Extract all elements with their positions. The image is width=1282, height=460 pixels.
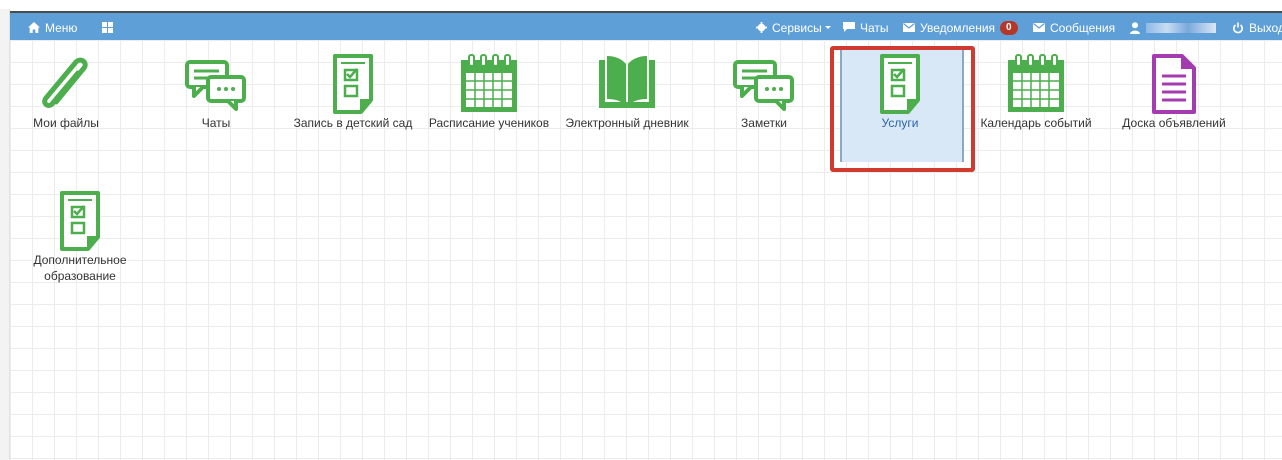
chats-label: Чаты <box>860 20 889 35</box>
chat-bubbles-icon <box>146 52 286 116</box>
notifications-label: Уведомления <box>920 20 996 35</box>
user-icon <box>1130 21 1140 34</box>
window-top-edge <box>0 0 1282 9</box>
tile-kindergarten-enrollment[interactable]: Запись в детский сад <box>283 40 423 150</box>
tile-label: Дополнительное образование <box>33 253 127 283</box>
tile-label: Расписание учеников <box>428 116 550 130</box>
tile-student-schedule[interactable]: Расписание учеников <box>419 40 559 150</box>
top-navigation-bar: Меню Сервисы Чаты Уведомления 0 Сообщени… <box>10 11 1282 42</box>
apps-grid-button[interactable] <box>102 13 113 42</box>
notifications-count-badge: 0 <box>1000 20 1018 35</box>
open-book-icon <box>557 52 697 116</box>
tile-label: Заметки <box>741 116 787 130</box>
logout-link[interactable]: Выход <box>1232 13 1282 42</box>
tile-label: Календарь событий <box>980 116 1092 130</box>
paperclip-icon <box>0 52 136 116</box>
logout-label: Выход <box>1249 20 1282 35</box>
chat-icon <box>843 22 855 32</box>
chat-bubbles-icon <box>694 52 834 116</box>
tile-bulletin-board[interactable]: Доска объявлений <box>1104 40 1244 150</box>
services-label: Сервисы <box>772 20 822 35</box>
checklist-document-icon <box>10 189 150 253</box>
notifications-link[interactable]: Уведомления 0 <box>903 13 1018 42</box>
tile-additional-education[interactable]: Дополнительное образование <box>10 177 150 287</box>
home-icon <box>28 22 40 33</box>
tile-label: Мои файлы <box>33 116 99 130</box>
desktop-workspace: Мои файлы Чаты Запись в детский сад Расп… <box>10 40 1282 460</box>
menu-label: Меню <box>45 20 78 35</box>
envelope-icon <box>1033 23 1045 32</box>
tile-my-files[interactable]: Мои файлы <box>0 40 136 150</box>
user-name-blurred <box>1146 22 1216 33</box>
gear-icon <box>756 22 767 33</box>
messages-link[interactable]: Сообщения <box>1033 13 1115 42</box>
checklist-document-icon <box>283 52 423 116</box>
tile-chats[interactable]: Чаты <box>146 40 286 150</box>
document-lines-icon <box>1104 52 1244 116</box>
tile-label: Услуги <box>881 116 919 130</box>
power-icon <box>1233 22 1243 33</box>
tile-events-calendar[interactable]: Календарь событий <box>966 40 1106 150</box>
tile-services[interactable]: Услуги <box>830 40 970 162</box>
tile-notes[interactable]: Заметки <box>694 40 834 150</box>
user-profile-link[interactable] <box>1130 13 1216 42</box>
calendar-icon <box>419 52 559 116</box>
tile-label: Электронный дневник <box>565 116 689 130</box>
grid-icon <box>102 22 113 33</box>
tile-label: Доска объявлений <box>1122 116 1226 130</box>
calendar-icon <box>966 52 1106 116</box>
tile-label: Запись в детский сад <box>293 116 413 130</box>
chats-link[interactable]: Чаты <box>843 13 889 42</box>
menu-button[interactable]: Меню <box>28 13 77 42</box>
messages-label: Сообщения <box>1050 20 1116 35</box>
services-dropdown[interactable]: Сервисы <box>756 13 832 42</box>
caret-down-icon <box>824 25 831 29</box>
checklist-document-icon <box>830 52 970 116</box>
tile-label: Чаты <box>201 116 231 130</box>
tile-electronic-diary[interactable]: Электронный дневник <box>557 40 697 150</box>
envelope-icon <box>903 23 915 32</box>
